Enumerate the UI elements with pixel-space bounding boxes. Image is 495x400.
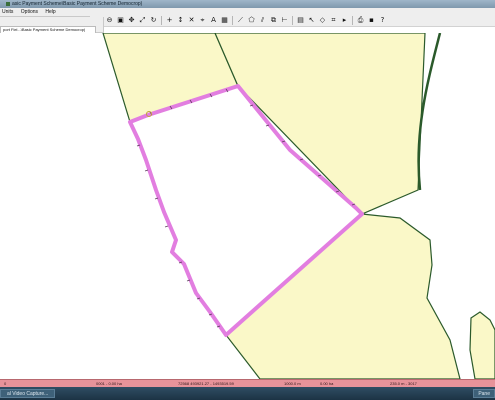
map-svg[interactable] xyxy=(0,33,495,379)
zoom-extents-icon[interactable]: ⤢ xyxy=(138,16,147,25)
field-parcel-right-edge[interactable] xyxy=(469,311,495,379)
status-area: 0.00 ha xyxy=(320,381,334,386)
save-icon[interactable]: ▪ xyxy=(367,16,376,25)
grid-icon[interactable]: ▦ xyxy=(220,16,229,25)
status-scale: 1000.0 m xyxy=(284,381,301,386)
merge-icon[interactable]: ⧉ xyxy=(269,16,278,25)
node-icon[interactable]: ◇ xyxy=(318,16,327,25)
taskbar: al Video Capture... Pane xyxy=(0,387,495,400)
select-icon[interactable]: ⌖ xyxy=(198,16,207,25)
cursor-icon[interactable]: ▸ xyxy=(340,16,349,25)
tab-document[interactable]: port Fiel...\Basic Payment Scheme Democr… xyxy=(0,26,96,33)
arrow-tool-icon[interactable]: ↖ xyxy=(307,16,316,25)
toolbar-separator xyxy=(161,15,162,25)
window-title: asic Payment Scheme\Basic Payment Scheme… xyxy=(12,1,143,7)
snap-icon[interactable]: ⌗ xyxy=(329,16,338,25)
move-vertex-icon[interactable]: ↕ xyxy=(176,16,185,25)
zoom-out-icon[interactable]: ⊖ xyxy=(105,16,114,25)
help-icon[interactable]: ? xyxy=(378,16,387,25)
measure-icon[interactable]: ⊢ xyxy=(280,16,289,25)
window-title-bar: asic Payment Scheme\Basic Payment Scheme… xyxy=(0,0,495,8)
toolbar-separator xyxy=(292,15,293,25)
zoom-window-icon[interactable]: ▣ xyxy=(116,16,125,25)
print-icon[interactable]: ⎙ xyxy=(356,16,365,25)
status-measure: 235.0 m - 3017 xyxy=(390,381,417,386)
tab-strip: port Fiel...\Basic Payment Scheme Democr… xyxy=(0,17,104,33)
draw-line-icon[interactable]: ⟋ xyxy=(236,16,245,25)
text-tool-icon[interactable]: A xyxy=(209,16,218,25)
tab-document-label: port Fiel...\Basic Payment Scheme Democr… xyxy=(3,27,86,32)
toolbar: ⊕⊖▣✥⤢↻+↕✕⌖A▦⟋⬠⫽⧉⊢▤↖◇⌗▸⎙▪? xyxy=(90,14,495,27)
draw-polygon-icon[interactable]: ⬠ xyxy=(247,16,256,25)
menu-options[interactable]: Options xyxy=(21,8,38,17)
status-field-1: 0 xyxy=(4,381,7,386)
menu-units[interactable]: Units xyxy=(2,8,13,17)
taskbar-pane-button[interactable]: Pane xyxy=(473,389,495,398)
split-icon[interactable]: ⫽ xyxy=(258,16,267,25)
pan-icon[interactable]: ✥ xyxy=(127,16,136,25)
map-canvas[interactable] xyxy=(0,33,495,379)
status-bar: 0 0001 - 0.00 ha 72568 493921.27 - 14935… xyxy=(0,379,495,387)
taskbar-video-capture[interactable]: al Video Capture... xyxy=(0,389,56,398)
status-parcel: 0001 - 0.00 ha xyxy=(96,381,122,386)
app-logo-icon xyxy=(6,1,10,6)
refresh-icon[interactable]: ↻ xyxy=(149,16,158,25)
menu-help[interactable]: Help xyxy=(45,8,55,17)
layer-icon[interactable]: ▤ xyxy=(296,16,305,25)
status-coordinates: 72568 493921.27 - 1493519.59 xyxy=(178,381,234,386)
toolbar-separator xyxy=(232,15,233,25)
toolbar-separator xyxy=(352,15,353,25)
add-point-icon[interactable]: + xyxy=(165,16,174,25)
delete-icon[interactable]: ✕ xyxy=(187,16,196,25)
